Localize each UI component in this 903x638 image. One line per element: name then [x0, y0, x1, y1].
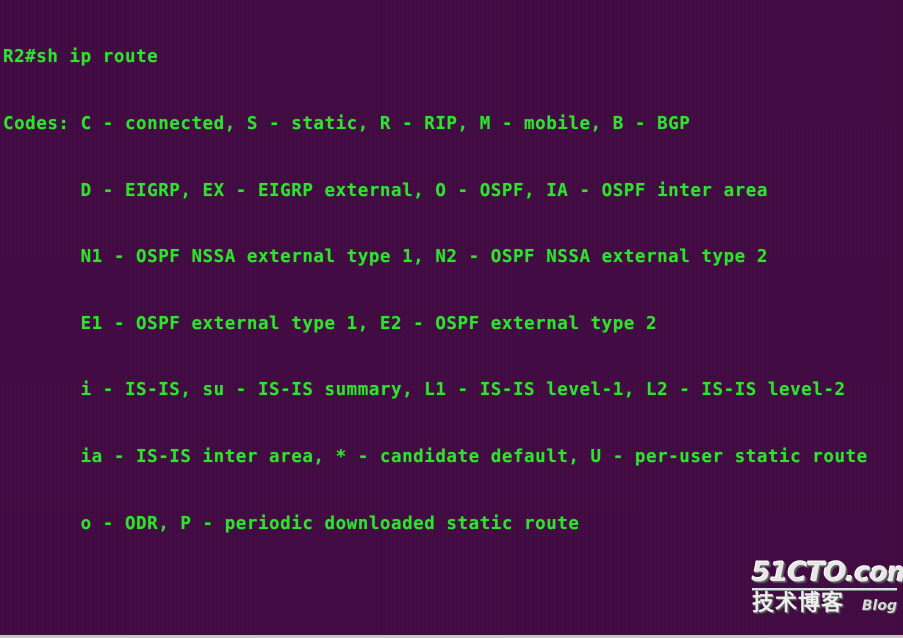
terminal-line: N1 - OSPF NSSA external type 1, N2 - OSP… — [3, 247, 768, 268]
terminal-line: Codes: C - connected, S - static, R - RI… — [3, 114, 691, 134]
terminal-output[interactable]: R2#sh ip route Codes: C - connected, S -… — [0, 0, 868, 635]
terminal-line: i - IS-IS, su - IS-IS summary, L1 - IS-I… — [3, 380, 846, 401]
terminal-line: R2#sh ip route — [3, 47, 159, 68]
terminal-window[interactable]: R2#sh ip route Codes: C - connected, S -… — [0, 0, 903, 638]
terminal-line: o - ODR, P - periodic downloaded static … — [3, 513, 580, 534]
terminal-line: D - EIGRP, EX - EIGRP external, O - OSPF… — [3, 180, 768, 201]
terminal-line: E1 - OSPF external type 1, E2 - OSPF ext… — [3, 313, 658, 334]
terminal-line: ia - IS-IS inter area, * - candidate def… — [3, 446, 868, 467]
